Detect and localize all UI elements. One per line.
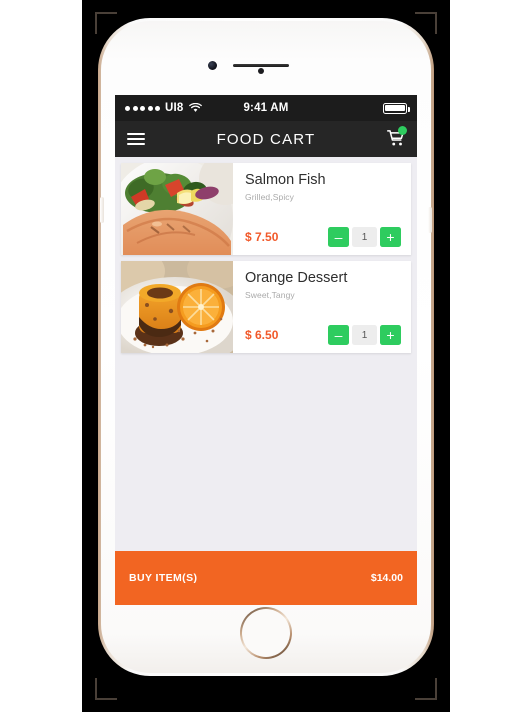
item-details: Orange Dessert Sweet,Tangy $ 6.50 – 1 + [233, 261, 411, 353]
item-description: Grilled,Spicy [245, 191, 295, 202]
orange-dessert-image [121, 261, 233, 353]
crop-mark-bottom-left [95, 678, 117, 700]
decrement-quantity-button[interactable]: – [328, 227, 349, 247]
buy-items-button[interactable]: BUY ITEM(S) $14.00 [115, 551, 417, 605]
decrement-quantity-button[interactable]: – [328, 325, 349, 345]
signal-strength-icon [125, 105, 160, 111]
increment-quantity-button[interactable]: + [380, 227, 401, 247]
status-bar-left: UI8 [125, 102, 218, 114]
earpiece-speaker [233, 64, 289, 67]
proximity-sensor [258, 68, 264, 74]
item-name: Orange Dessert [245, 270, 348, 286]
hamburger-menu-icon[interactable] [127, 129, 145, 148]
home-button[interactable] [240, 607, 292, 659]
item-price: $ 7.50 [245, 230, 279, 244]
status-bar-time: 9:41 AM [243, 102, 289, 114]
grilled-salmon-image [121, 163, 233, 255]
front-camera-icon [208, 61, 217, 70]
crop-mark-bottom-right [415, 678, 437, 700]
crop-mark-top-left [95, 12, 117, 34]
cart-item-card[interactable]: Salmon Fish Grilled,Spicy $ 7.50 – 1 + [121, 163, 411, 255]
cart-item-card[interactable]: Orange Dessert Sweet,Tangy $ 6.50 – 1 + [121, 261, 411, 353]
increment-quantity-button[interactable]: + [380, 325, 401, 345]
quantity-stepper: – 1 + [328, 227, 401, 247]
volume-button [100, 197, 104, 223]
cart-total-amount: $14.00 [370, 572, 403, 584]
item-description: Sweet,Tangy [245, 289, 295, 300]
cart-item-list: Salmon Fish Grilled,Spicy $ 7.50 – 1 + O… [115, 157, 417, 353]
carrier-label: UI8 [165, 102, 184, 114]
item-details: Salmon Fish Grilled,Spicy $ 7.50 – 1 + [233, 163, 411, 255]
battery-icon [382, 102, 410, 114]
buy-items-label: BUY ITEM(S) [129, 572, 198, 584]
cart-button[interactable] [387, 126, 407, 149]
item-image [121, 163, 233, 255]
item-name: Salmon Fish [245, 172, 326, 188]
page-title: FOOD CART [216, 130, 316, 148]
quantity-value: 1 [352, 227, 377, 247]
phone-body: UI8 9:41 AM FOOD CART Salmon Fish Grille… [100, 21, 432, 673]
phone-device-frame: UI8 9:41 AM FOOD CART Salmon Fish Grille… [98, 18, 434, 676]
status-bar-right [314, 102, 410, 114]
crop-mark-top-right [415, 12, 437, 34]
item-price-row: $ 7.50 – 1 + [245, 227, 401, 247]
phone-screen: UI8 9:41 AM FOOD CART Salmon Fish Grille… [115, 95, 417, 605]
item-price-row: $ 6.50 – 1 + [245, 325, 401, 345]
cart-badge [398, 126, 407, 135]
quantity-stepper: – 1 + [328, 325, 401, 345]
wifi-icon [188, 103, 202, 112]
item-image [121, 261, 233, 353]
power-button [428, 207, 432, 233]
item-price: $ 6.50 [245, 328, 279, 342]
status-bar: UI8 9:41 AM [115, 95, 417, 121]
quantity-value: 1 [352, 325, 377, 345]
nav-bar: FOOD CART [115, 121, 417, 157]
